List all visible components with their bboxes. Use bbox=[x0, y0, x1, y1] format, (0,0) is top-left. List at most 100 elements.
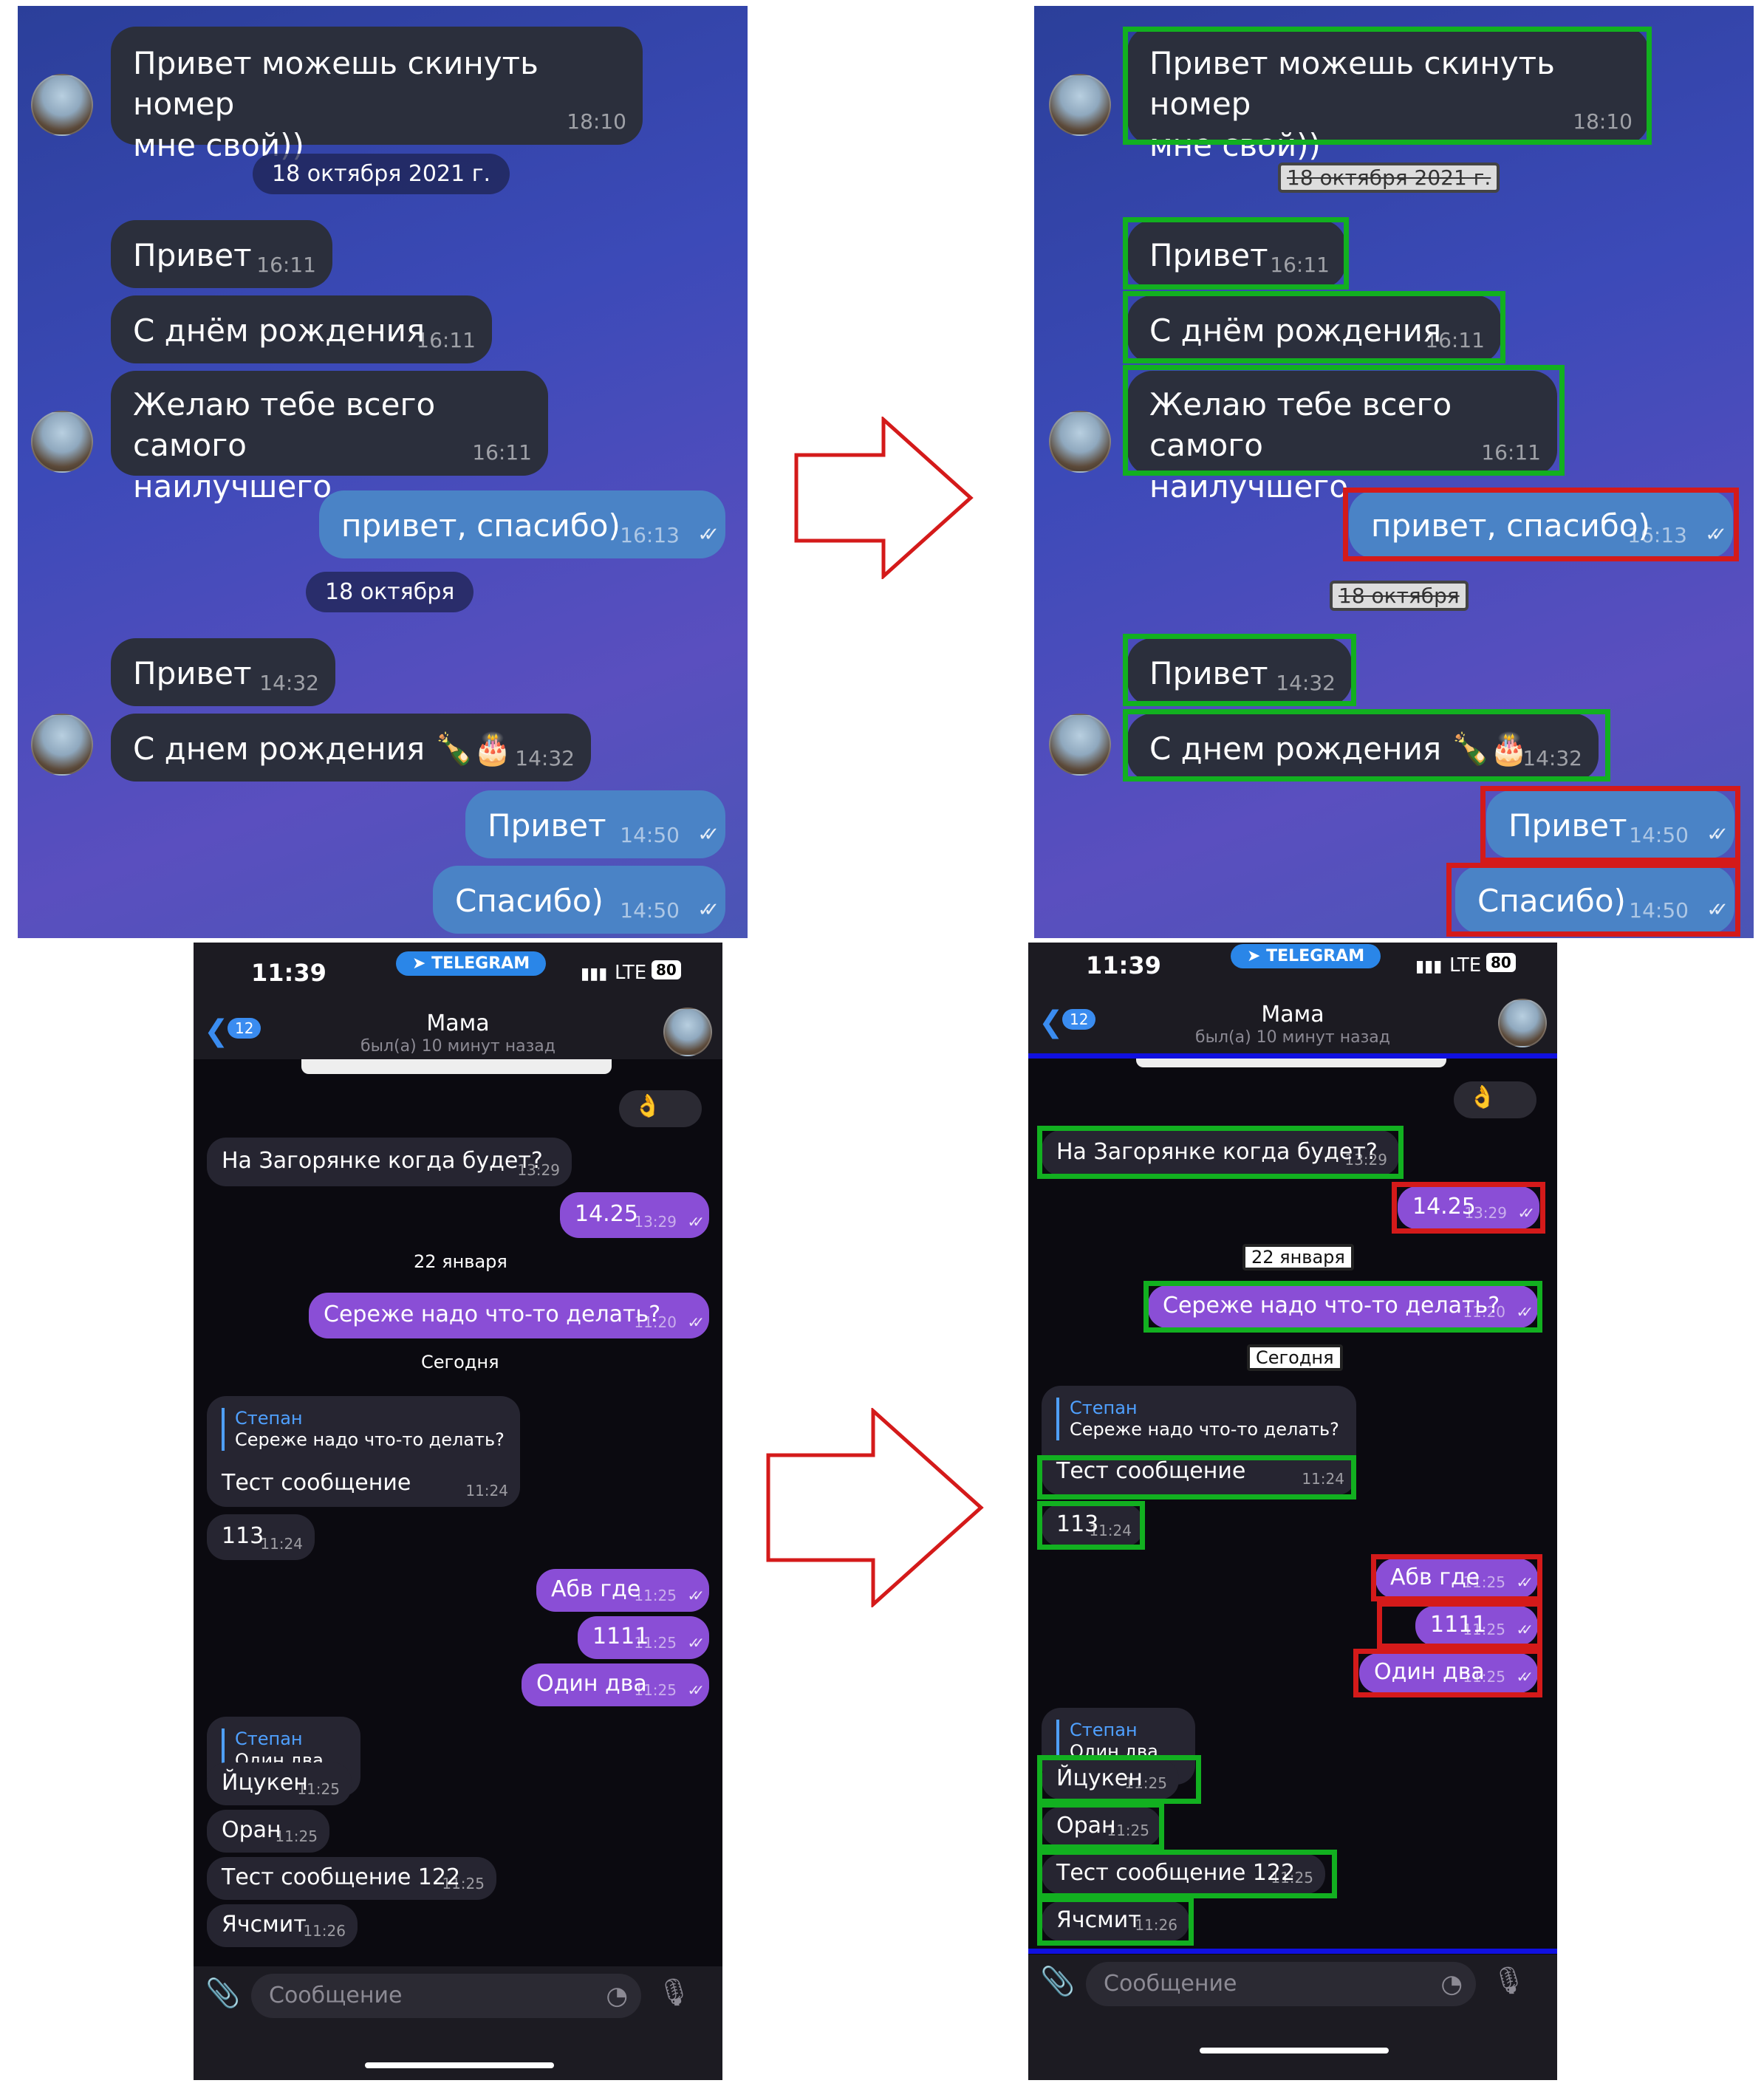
message-input-bar: 📎 Сообщение ◔ 🎙 bbox=[194, 1966, 722, 2080]
chat-header: 11:39 ➤ TELEGRAM ▮▮▮ LTE 80 ❮ 12 Мама бы… bbox=[1028, 943, 1557, 1053]
message-bubble-incoming[interactable]: Привет можешь скинуть номер мне свой)) 1… bbox=[111, 27, 643, 163]
message-time: 11:26 bbox=[303, 1922, 346, 1940]
sticker-icon[interactable]: ◔ bbox=[1440, 1969, 1463, 1999]
message-bubble-incoming[interactable]: Желаю тебе всего самого наилучшего 16:11 bbox=[111, 371, 548, 505]
message-input[interactable]: Сообщение ◔ bbox=[1086, 1962, 1476, 2006]
message-text: Привет bbox=[488, 807, 606, 844]
outgoing-annotation-box bbox=[1392, 1182, 1545, 1234]
contact-avatar[interactable] bbox=[31, 74, 93, 136]
microphone-icon[interactable]: 🎙 bbox=[657, 1977, 691, 2008]
message-bubble-outgoing[interactable]: Спасибо) 14:50 bbox=[433, 866, 725, 934]
incoming-annotation-box bbox=[1143, 1281, 1542, 1333]
message-time: 13:29 bbox=[517, 1161, 560, 1179]
message-bubble-incoming[interactable]: С днём рождения 16:11 bbox=[111, 295, 492, 363]
reply-quote[interactable]: Степан Сереже надо что-то делать? bbox=[222, 1408, 505, 1451]
message-bubble-incoming[interactable]: Оран 11:25 bbox=[207, 1810, 329, 1853]
message-input-bar: 📎 Сообщение ◔ 🎙 bbox=[1028, 1955, 1557, 2080]
outgoing-annotation-box bbox=[1480, 786, 1740, 863]
reply-author: Степан bbox=[235, 1728, 303, 1749]
contact-avatar[interactable] bbox=[31, 714, 93, 776]
reply-author: Степан bbox=[1070, 1720, 1138, 1740]
date-separator: 22 января bbox=[414, 1251, 507, 1272]
chat-header: 11:39 ➤ TELEGRAM ▮▮▮ LTE 80 ❮ 12 Мама бы… bbox=[194, 943, 722, 1059]
date-separator: Сегодня bbox=[1247, 1344, 1343, 1371]
contact-avatar[interactable] bbox=[1049, 411, 1111, 473]
incoming-annotation-box bbox=[1037, 1802, 1164, 1850]
message-input[interactable]: Сообщение ◔ bbox=[251, 1974, 641, 2018]
message-time: 16:11 bbox=[416, 328, 476, 353]
incoming-annotation-box bbox=[1123, 217, 1349, 290]
outgoing-annotation-box bbox=[1446, 863, 1740, 937]
message-text: 14.25 bbox=[575, 1201, 638, 1227]
input-placeholder: Сообщение bbox=[1104, 1971, 1237, 1997]
incoming-annotation-box bbox=[1037, 1897, 1194, 1946]
ok-hand-icon: 👌 bbox=[634, 1093, 662, 1119]
right-arrow-icon bbox=[794, 417, 974, 579]
message-time: 11:25 bbox=[634, 1634, 697, 1652]
contact-avatar[interactable] bbox=[1049, 714, 1111, 776]
message-bubble-outgoing[interactable]: Один два 11:25 bbox=[522, 1663, 709, 1706]
message-bubble-outgoing[interactable]: 1111 11:25 bbox=[578, 1616, 709, 1659]
message-time: 18:10 bbox=[567, 109, 626, 134]
message-text: Привет можешь скинуть номер мне свой)) bbox=[133, 45, 539, 163]
message-bubble-incoming[interactable]: Йцукен 11:25 bbox=[207, 1762, 352, 1805]
telegram-pill[interactable]: ➤ TELEGRAM bbox=[1231, 944, 1381, 968]
network-label: LTE bbox=[1449, 954, 1482, 977]
contact-avatar[interactable] bbox=[1049, 74, 1111, 136]
message-text: Один два bbox=[536, 1671, 647, 1697]
message-bubble-incoming[interactable]: Ячсмит 11:26 bbox=[207, 1904, 358, 1947]
home-indicator bbox=[1200, 2048, 1389, 2053]
message-bubble-incoming[interactable]: Привет 16:11 bbox=[111, 220, 332, 288]
message-bubble-outgoing[interactable]: Сереже надо что-то делать? 11:20 bbox=[309, 1293, 709, 1338]
input-placeholder: Сообщение bbox=[269, 1983, 403, 2008]
contact-name[interactable]: Мама bbox=[194, 1010, 722, 1036]
contact-avatar[interactable] bbox=[663, 1008, 712, 1056]
telegram-pill[interactable]: ➤ TELEGRAM bbox=[396, 951, 547, 976]
message-time: 11:24 bbox=[260, 1535, 303, 1553]
last-seen-status: был(а) 10 минут назад bbox=[1195, 1028, 1390, 1047]
message-bubble-incoming[interactable]: На Загорянке когда будет? 13:29 bbox=[207, 1138, 572, 1186]
message-time: 11:25 bbox=[634, 1587, 697, 1604]
reaction-chip[interactable]: 👌 bbox=[1454, 1081, 1536, 1118]
region-bottom-line bbox=[1028, 1949, 1557, 1954]
message-time: 11:20 bbox=[634, 1313, 697, 1331]
paperclip-icon[interactable]: 📎 bbox=[1040, 1965, 1075, 1998]
status-time: 11:39 bbox=[1086, 951, 1161, 979]
signal-icon: ▮▮▮ bbox=[581, 965, 608, 983]
home-indicator bbox=[365, 2062, 554, 2068]
message-text: Ячсмит bbox=[222, 1912, 307, 1938]
paperclip-icon[interactable]: 📎 bbox=[205, 1977, 240, 2010]
contact-name[interactable]: Мама bbox=[1028, 1002, 1557, 1027]
outgoing-annotation-box bbox=[1377, 1601, 1542, 1649]
message-bubble-incoming[interactable]: Тест сообщение 122 11:25 bbox=[207, 1857, 496, 1900]
reply-text: Сереже надо что-то делать? bbox=[235, 1429, 505, 1450]
incoming-annotation-box bbox=[1123, 709, 1610, 782]
message-text: С днём рождения bbox=[133, 312, 425, 349]
message-bubble-incoming[interactable]: Степан Сереже надо что-то делать? Тест с… bbox=[207, 1396, 520, 1507]
message-bubble-incoming[interactable]: 113 11:24 bbox=[207, 1514, 315, 1560]
reaction-chip[interactable]: 👌 bbox=[619, 1090, 702, 1127]
microphone-icon[interactable]: 🎙 bbox=[1492, 1965, 1526, 1996]
message-text: Тест сообщение bbox=[222, 1470, 411, 1496]
message-time: 11:25 bbox=[275, 1827, 318, 1845]
message-time: 16:11 bbox=[256, 253, 316, 278]
message-bubble-outgoing[interactable]: Абв где 11:25 bbox=[536, 1569, 709, 1612]
contact-avatar[interactable] bbox=[31, 411, 93, 473]
contact-avatar[interactable] bbox=[1498, 999, 1547, 1047]
reply-quote[interactable]: Степан Сереже надо что-то делать? bbox=[1056, 1398, 1339, 1440]
message-bubble-incoming[interactable]: Привет 14:32 bbox=[111, 638, 335, 706]
incoming-annotation-box bbox=[1037, 1126, 1404, 1179]
message-bubble-outgoing[interactable]: привет, спасибо) 16:13 bbox=[319, 490, 725, 558]
message-text: Абв где bbox=[551, 1576, 641, 1602]
telegram-icon: ➤ bbox=[1247, 947, 1267, 965]
telegram-pill-label: TELEGRAM bbox=[431, 954, 530, 973]
message-time: 13:29 bbox=[634, 1213, 697, 1231]
sticker-icon[interactable]: ◔ bbox=[606, 1981, 628, 2011]
message-text: Сереже надо что-то делать? bbox=[324, 1302, 661, 1327]
incoming-annotation-box bbox=[1123, 291, 1505, 363]
message-bubble-outgoing[interactable]: 14.25 13:29 bbox=[560, 1192, 709, 1238]
message-bubble-incoming[interactable]: С днем рождения 🍾🎂 14:32 bbox=[111, 714, 591, 782]
message-bubble-outgoing[interactable]: Привет 14:50 bbox=[465, 790, 725, 858]
telegram-pill-label: TELEGRAM bbox=[1266, 947, 1365, 965]
message-time: 11:24 bbox=[465, 1482, 508, 1499]
